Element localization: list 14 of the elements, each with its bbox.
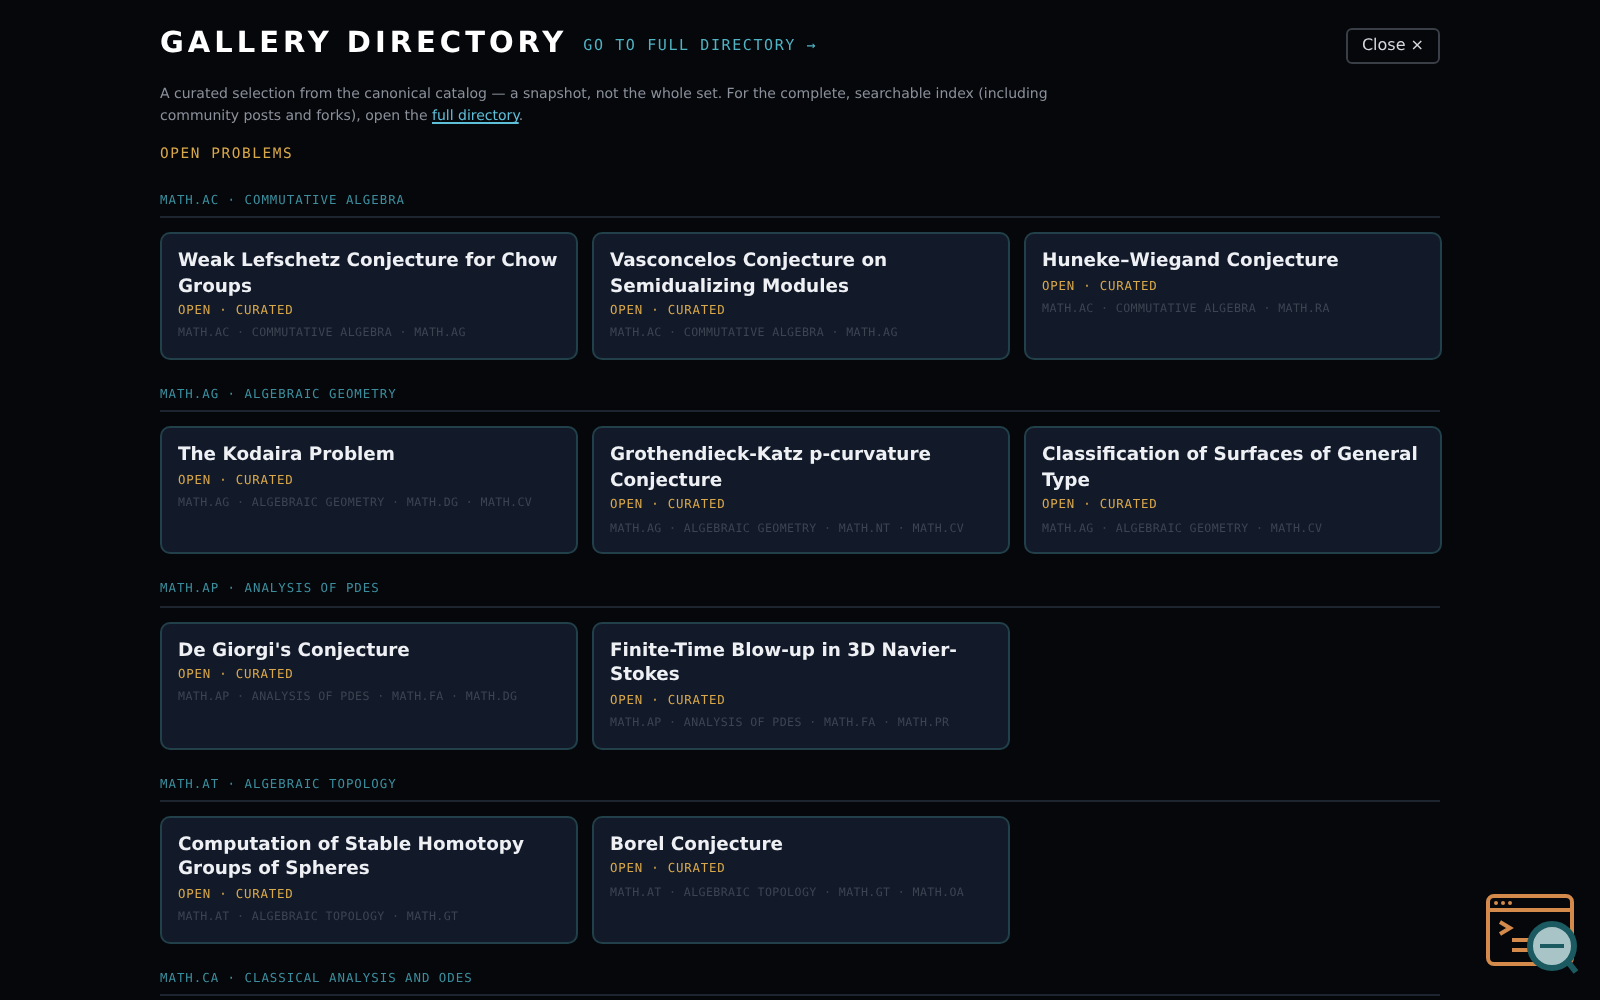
close-button[interactable]: Close × xyxy=(1345,28,1440,64)
card-title: Computation of Stable Homotopy Groups of Spheres xyxy=(178,833,526,884)
card-title: Vasconcelos Conjecture on Semidualizing Modules xyxy=(610,250,890,300)
card-title: Huneke–Wiegand Conjecture xyxy=(1042,250,1341,275)
modal-title: GALLERY DIRECTORY xyxy=(160,28,568,64)
terminal-search-icon xyxy=(1484,892,1580,976)
card-title: Borel Conjecture xyxy=(610,833,786,859)
card-title: Finite-Time Blow-up in 3D Navier-Stokes xyxy=(610,639,959,689)
card-title: The Kodaira Problem xyxy=(178,444,397,470)
card-title: Weak Lefschetz Conjecture for Chow Groups xyxy=(178,250,560,300)
terminal-search-button[interactable] xyxy=(1484,892,1580,976)
card-title: Grothendieck-Katz p-curvature Conjecture xyxy=(610,444,933,495)
card-title: De Giorgi's Conjecture xyxy=(178,639,412,665)
card-title: Classification of Surfaces of General Type xyxy=(1042,444,1420,495)
